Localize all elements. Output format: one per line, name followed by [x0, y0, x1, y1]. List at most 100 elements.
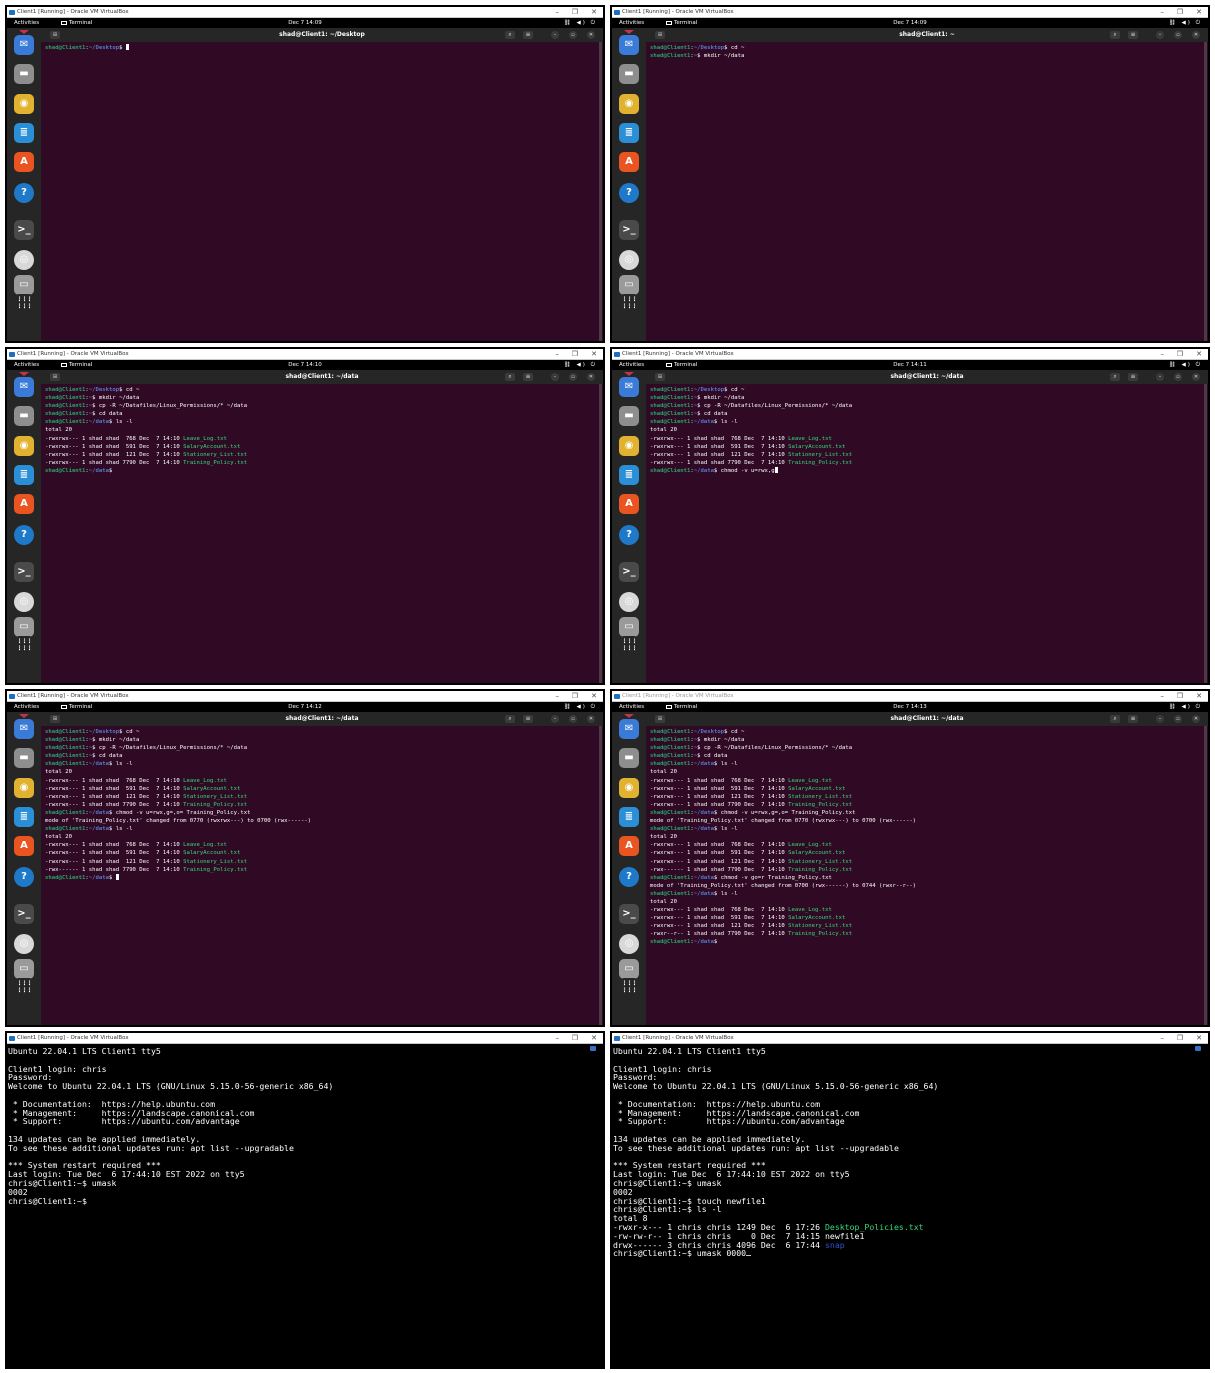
search-icon[interactable]: ⌕ [1110, 715, 1120, 723]
system-tray[interactable]: ⛓ ◀) ⏻ [1169, 702, 1202, 712]
maximize-icon[interactable]: ▫ [1174, 715, 1182, 723]
software-icon[interactable]: A [619, 494, 639, 514]
help-icon[interactable]: ? [14, 183, 34, 203]
maximize-icon[interactable]: ▫ [569, 31, 577, 39]
close-icon[interactable]: ✕ [587, 715, 595, 723]
terminal-output[interactable]: shad@Client1:~/Desktop$ cd ~ shad@Client1… [646, 42, 1202, 341]
terminal-scrollbar[interactable] [1204, 384, 1207, 683]
close-icon[interactable]: ✕ [587, 31, 595, 39]
close-icon[interactable]: ✕ [587, 373, 595, 381]
software-icon[interactable]: A [619, 836, 639, 856]
writer-icon[interactable]: ≣ [619, 123, 639, 143]
menu-icon[interactable]: ≡ [523, 373, 533, 381]
app-grid-icon[interactable]: ⋮⋮⋮ ⋮⋮⋮ [14, 978, 34, 998]
menu-icon[interactable]: ≡ [523, 31, 533, 39]
maximize-button[interactable]: ❐ [572, 1033, 578, 1044]
thunderbird-icon[interactable]: ✉ [619, 719, 639, 739]
menu-icon[interactable]: ≡ [1128, 715, 1138, 723]
search-icon[interactable]: ⌕ [1110, 31, 1120, 39]
search-icon[interactable]: ⌕ [505, 715, 515, 723]
minimize-button[interactable]: – [1161, 7, 1165, 18]
files-icon[interactable]: ▬ [619, 748, 639, 768]
minimize-icon[interactable]: – [551, 715, 559, 723]
app-grid-icon[interactable]: ⋮⋮⋮ ⋮⋮⋮ [619, 636, 639, 656]
minimize-icon[interactable]: – [1156, 715, 1164, 723]
writer-icon[interactable]: ≣ [14, 807, 34, 827]
maximize-button[interactable]: ❐ [1177, 691, 1183, 702]
disc-icon[interactable]: ◎ [619, 250, 639, 270]
help-icon[interactable]: ? [14, 525, 34, 545]
minimize-button[interactable]: – [1161, 691, 1165, 702]
clock[interactable]: Dec 7 14:09 [7, 18, 603, 28]
search-icon[interactable]: ⌕ [505, 31, 515, 39]
terminal-output[interactable]: shad@Client1:~/Desktop$ cd ~ shad@Client1… [646, 384, 1202, 683]
drive-icon[interactable]: ▭ [619, 617, 639, 637]
terminal-scrollbar[interactable] [599, 726, 602, 1025]
app-grid-icon[interactable]: ⋮⋮⋮ ⋮⋮⋮ [14, 636, 34, 656]
system-tray[interactable]: ⛓ ◀) ⏻ [564, 18, 597, 28]
terminal-icon[interactable]: >_ [14, 220, 34, 240]
close-button[interactable]: ✕ [591, 7, 597, 18]
rhythmbox-icon[interactable]: ◉ [14, 778, 34, 798]
thunderbird-icon[interactable]: ✉ [14, 377, 34, 397]
files-icon[interactable]: ▬ [14, 64, 34, 84]
terminal-scrollbar[interactable] [1204, 42, 1207, 341]
minimize-button[interactable]: – [556, 7, 560, 18]
terminal-icon[interactable]: >_ [619, 220, 639, 240]
menu-icon[interactable]: ≡ [1128, 373, 1138, 381]
drive-icon[interactable]: ▭ [619, 275, 639, 295]
software-icon[interactable]: A [14, 836, 34, 856]
close-button[interactable]: ✕ [591, 349, 597, 360]
terminal-icon[interactable]: >_ [619, 904, 639, 924]
close-button[interactable]: ✕ [1196, 7, 1202, 18]
terminal-output[interactable]: shad@Client1:~/Desktop$ cd ~ shad@Client1… [41, 384, 597, 683]
software-icon[interactable]: A [619, 152, 639, 172]
writer-icon[interactable]: ≣ [14, 465, 34, 485]
thunderbird-icon[interactable]: ✉ [14, 35, 34, 55]
maximize-button[interactable]: ❐ [1177, 7, 1183, 18]
writer-icon[interactable]: ≣ [619, 807, 639, 827]
tty-console-output[interactable]: Ubuntu 22.04.1 LTS Client1 tty5 Client1 l… [612, 1047, 1208, 1367]
system-tray[interactable]: ⛓ ◀) ⏻ [564, 702, 597, 712]
terminal-output[interactable]: shad@Client1:~/Desktop$ cd ~ shad@Client1… [646, 726, 1202, 1025]
minimize-button[interactable]: – [556, 349, 560, 360]
system-tray[interactable]: ⛓ ◀) ⏻ [1169, 18, 1202, 28]
software-icon[interactable]: A [14, 494, 34, 514]
close-icon[interactable]: ✕ [1192, 31, 1200, 39]
terminal-output[interactable]: shad@Client1:~/Desktop$ [41, 42, 597, 341]
system-tray[interactable]: ⛓ ◀) ⏻ [564, 360, 597, 370]
help-icon[interactable]: ? [14, 867, 34, 887]
thunderbird-icon[interactable]: ✉ [619, 35, 639, 55]
maximize-icon[interactable]: ▫ [569, 715, 577, 723]
clock[interactable]: Dec 7 14:13 [612, 702, 1208, 712]
close-icon[interactable]: ✕ [1192, 373, 1200, 381]
app-grid-icon[interactable]: ⋮⋮⋮ ⋮⋮⋮ [14, 294, 34, 314]
menu-icon[interactable]: ≡ [523, 715, 533, 723]
minimize-button[interactable]: – [1161, 1033, 1165, 1044]
disc-icon[interactable]: ◎ [619, 934, 639, 954]
minimize-button[interactable]: – [556, 691, 560, 702]
drive-icon[interactable]: ▭ [14, 275, 34, 295]
close-button[interactable]: ✕ [1196, 691, 1202, 702]
maximize-icon[interactable]: ▫ [569, 373, 577, 381]
minimize-button[interactable]: – [556, 1033, 560, 1044]
disc-icon[interactable]: ◎ [14, 934, 34, 954]
minimize-icon[interactable]: – [1156, 31, 1164, 39]
files-icon[interactable]: ▬ [619, 64, 639, 84]
thunderbird-icon[interactable]: ✉ [619, 377, 639, 397]
terminal-output[interactable]: shad@Client1:~/Desktop$ cd ~ shad@Client1… [41, 726, 597, 1025]
maximize-button[interactable]: ❐ [572, 7, 578, 18]
close-button[interactable]: ✕ [591, 691, 597, 702]
disc-icon[interactable]: ◎ [14, 250, 34, 270]
search-icon[interactable]: ⌕ [1110, 373, 1120, 381]
terminal-scrollbar[interactable] [599, 384, 602, 683]
help-icon[interactable]: ? [619, 183, 639, 203]
rhythmbox-icon[interactable]: ◉ [619, 94, 639, 114]
close-button[interactable]: ✕ [1196, 349, 1202, 360]
app-grid-icon[interactable]: ⋮⋮⋮ ⋮⋮⋮ [619, 294, 639, 314]
close-button[interactable]: ✕ [1196, 1033, 1202, 1044]
minimize-button[interactable]: – [1161, 349, 1165, 360]
system-tray[interactable]: ⛓ ◀) ⏻ [1169, 360, 1202, 370]
maximize-button[interactable]: ❐ [1177, 1033, 1183, 1044]
help-icon[interactable]: ? [619, 867, 639, 887]
